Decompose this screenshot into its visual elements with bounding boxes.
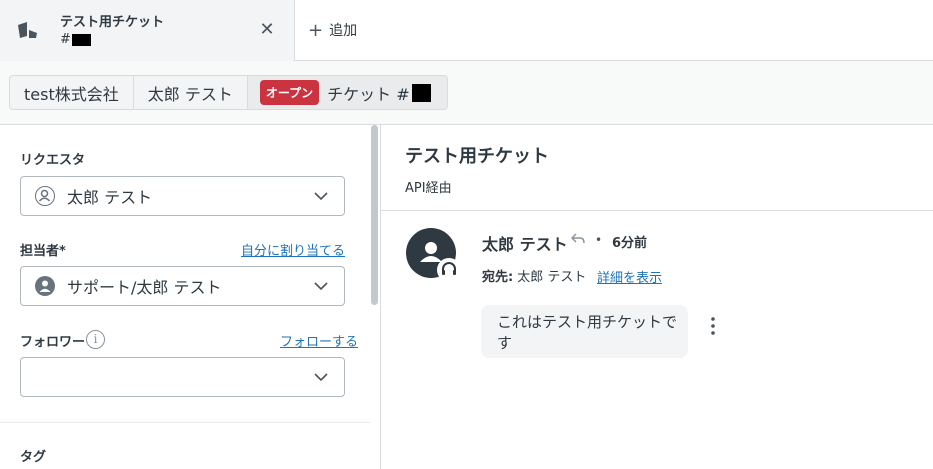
assign-to-me-link[interactable]: 自分に割り当てる [241, 240, 345, 259]
redacted-ticket-id [71, 33, 91, 46]
assignee-label: 担当者* [20, 244, 66, 259]
headset-icon [437, 258, 461, 282]
close-icon[interactable]: ✕ [258, 19, 276, 41]
breadcrumb-bar: test株式会社 太郎 テスト オープン チケット # [0, 61, 933, 125]
scrollbar[interactable] [370, 125, 379, 305]
message-author[interactable]: 太郎 テスト [482, 231, 568, 255]
conversation-panel: テスト用チケット API経由 太郎 テスト • 6分前 宛先: 太郎 テスト 詳… [381, 125, 933, 469]
assignee-value: サポート/太郎 テスト [67, 278, 222, 297]
breadcrumb-organization[interactable]: test株式会社 [10, 76, 134, 109]
separator-dot: • [595, 233, 603, 247]
tags-label: タグ [20, 450, 47, 465]
scrollbar-thumb[interactable] [371, 125, 378, 305]
redacted-ticket-id [411, 83, 431, 102]
requester-select[interactable]: 太郎 テスト [20, 176, 345, 216]
message-text: これはテスト用チケットです [497, 312, 678, 352]
breadcrumb-requester[interactable]: 太郎 テスト [134, 76, 248, 109]
reply-icon [571, 233, 585, 244]
add-tab-label: 追加 [329, 23, 358, 39]
followers-select[interactable] [20, 357, 345, 397]
ticket-tab[interactable]: テスト用チケット # ✕ [0, 0, 295, 61]
tab-bar: テスト用チケット # ✕ + 追加 [0, 0, 933, 61]
more-vertical-icon[interactable] [706, 315, 720, 337]
zendesk-logo-icon [18, 22, 37, 38]
chevron-down-icon [314, 373, 328, 382]
ticket-properties-panel: リクエスタ 太郎 テスト 担当者* 自分に割り当てる サポート/太郎 テスト フ… [0, 125, 381, 469]
assignee-select[interactable]: サポート/太郎 テスト [20, 266, 345, 306]
chevron-down-icon [314, 282, 328, 291]
chevron-down-icon [314, 192, 328, 201]
followers-label: フォロワー [20, 335, 86, 350]
breadcrumb: test株式会社 太郎 テスト オープン チケット # [9, 75, 448, 110]
ticket-subject: テスト用チケット [405, 146, 549, 167]
message-recipients: 宛先: 太郎 テスト [482, 266, 586, 285]
conversation-divider [381, 210, 933, 211]
tab-ticket-number: # [60, 32, 91, 47]
follow-link[interactable]: フォローする [280, 331, 358, 350]
breadcrumb-ticket[interactable]: オープン チケット # [247, 76, 447, 109]
breadcrumb-requester-label: 太郎 テスト [147, 84, 233, 104]
recipients-label: 宛先: [482, 270, 514, 285]
add-tab-button[interactable]: + 追加 [308, 18, 357, 42]
user-icon [35, 276, 55, 296]
info-icon[interactable]: i [86, 330, 105, 349]
status-badge: オープン [259, 80, 320, 105]
show-details-link[interactable]: 詳細を表示 [597, 267, 662, 286]
tab-title: テスト用チケット [60, 15, 165, 30]
breadcrumb-ticket-label: チケット # [327, 84, 410, 104]
section-divider [0, 422, 370, 423]
recipients-value: 太郎 テスト [517, 270, 587, 285]
user-icon [35, 186, 55, 206]
message-body: これはテスト用チケットです [481, 305, 688, 358]
requester-label: リクエスタ [20, 153, 86, 168]
message-time: 6分前 [612, 236, 648, 251]
requester-value: 太郎 テスト [67, 188, 153, 207]
ticket-channel: API経由 [405, 181, 452, 196]
plus-icon: + [308, 19, 324, 41]
breadcrumb-organization-label: test株式会社 [24, 84, 119, 104]
